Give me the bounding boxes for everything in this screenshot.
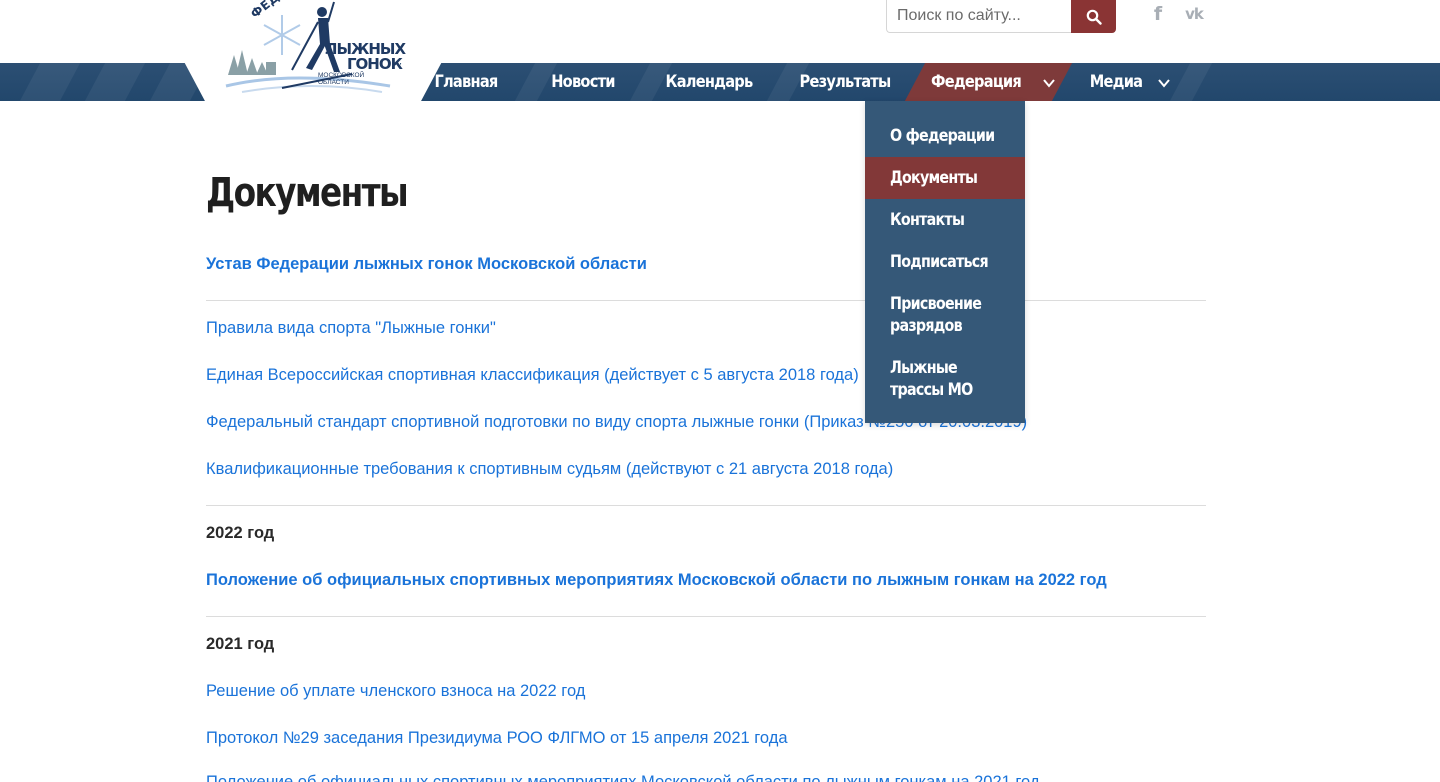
- doc-link-rules[interactable]: Правила вида спорта "Лыжные гонки": [206, 319, 496, 338]
- dropdown-item-label: Лыжные трассы МО: [890, 358, 973, 400]
- dropdown-item-label: О федерации: [890, 126, 995, 146]
- doc-link-protocol-29[interactable]: Протокол №29 заседания Президиума РОО ФЛ…: [206, 729, 788, 748]
- dropdown-item-label: Документы: [890, 168, 978, 188]
- divider: [206, 616, 1206, 617]
- doc-link-charter[interactable]: Устав Федерации лыжных гонок Московской …: [206, 255, 647, 274]
- doc-link-regulation-2022[interactable]: Положение об официальных спортивных меро…: [206, 571, 1107, 590]
- year-heading-2022: 2022 год: [206, 524, 275, 542]
- dropdown-item-label: Присвоение разрядов: [890, 294, 982, 336]
- top-bar: [0, 0, 1440, 63]
- dropdown-item-label: Контакты: [890, 210, 965, 230]
- doc-link-regulation-2021[interactable]: Положение об официальных спортивных меро…: [206, 773, 1040, 782]
- dropdown-item-label: Подписаться: [890, 252, 989, 272]
- nav-decor-stripe: [1169, 63, 1213, 101]
- divider: [206, 505, 1206, 506]
- federation-dropdown: О федерации Документы Контакты Подписать…: [865, 101, 1025, 423]
- nav-item-federation[interactable]: Федерация: [931, 63, 1022, 101]
- nav-item-news[interactable]: Новости: [544, 63, 621, 101]
- nav-item-results[interactable]: Результаты: [799, 63, 892, 101]
- search-input[interactable]: [886, 0, 1071, 33]
- doc-link-classification[interactable]: Единая Всероссийская спортивная классифи…: [206, 366, 859, 385]
- dropdown-item-subscribe[interactable]: Подписаться: [865, 251, 1025, 273]
- dropdown-item-about[interactable]: О федерации: [865, 125, 1025, 147]
- search-icon: [1086, 9, 1102, 25]
- dropdown-item-contacts[interactable]: Контакты: [865, 209, 1025, 231]
- site-logo[interactable]: ФЕДЕРАЦИЯ ЛЫЖНЫХ ГОНОК МОСКОВСКОЙ ОБЛАСТ…: [222, 0, 406, 100]
- site-search: [886, 0, 1116, 33]
- chevron-down-icon[interactable]: [1157, 76, 1171, 90]
- vk-icon[interactable]: vk: [1182, 4, 1206, 24]
- logo-text-races: ГОНОК: [347, 55, 403, 73]
- nav-decor-stripe: [19, 63, 81, 101]
- divider: [206, 300, 1206, 301]
- doc-link-fee-decision[interactable]: Решение об уплате членского взноса на 20…: [206, 682, 585, 701]
- dropdown-item-documents[interactable]: Документы: [865, 157, 1025, 199]
- dropdown-item-ranks[interactable]: Присвоение разрядов: [865, 293, 1025, 337]
- search-button[interactable]: [1071, 0, 1116, 33]
- nav-item-calendar[interactable]: Календарь: [662, 63, 757, 101]
- nav-item-media[interactable]: Медиа: [1085, 63, 1147, 101]
- dropdown-item-ski-tracks[interactable]: Лыжные трассы МО: [865, 357, 1025, 401]
- year-heading-2021: 2021 год: [206, 635, 275, 653]
- chevron-down-icon[interactable]: [1042, 76, 1056, 90]
- facebook-icon[interactable]: f: [1150, 3, 1166, 25]
- logo-text-region: МОСКОВСКОЙ ОБЛАСТИ: [318, 72, 365, 86]
- doc-link-judges[interactable]: Квалификационные требования к спортивным…: [206, 460, 893, 479]
- nav-item-home[interactable]: Главная: [426, 63, 505, 101]
- nav-decor-stripe: [84, 63, 146, 101]
- page-title: Документы: [206, 170, 409, 216]
